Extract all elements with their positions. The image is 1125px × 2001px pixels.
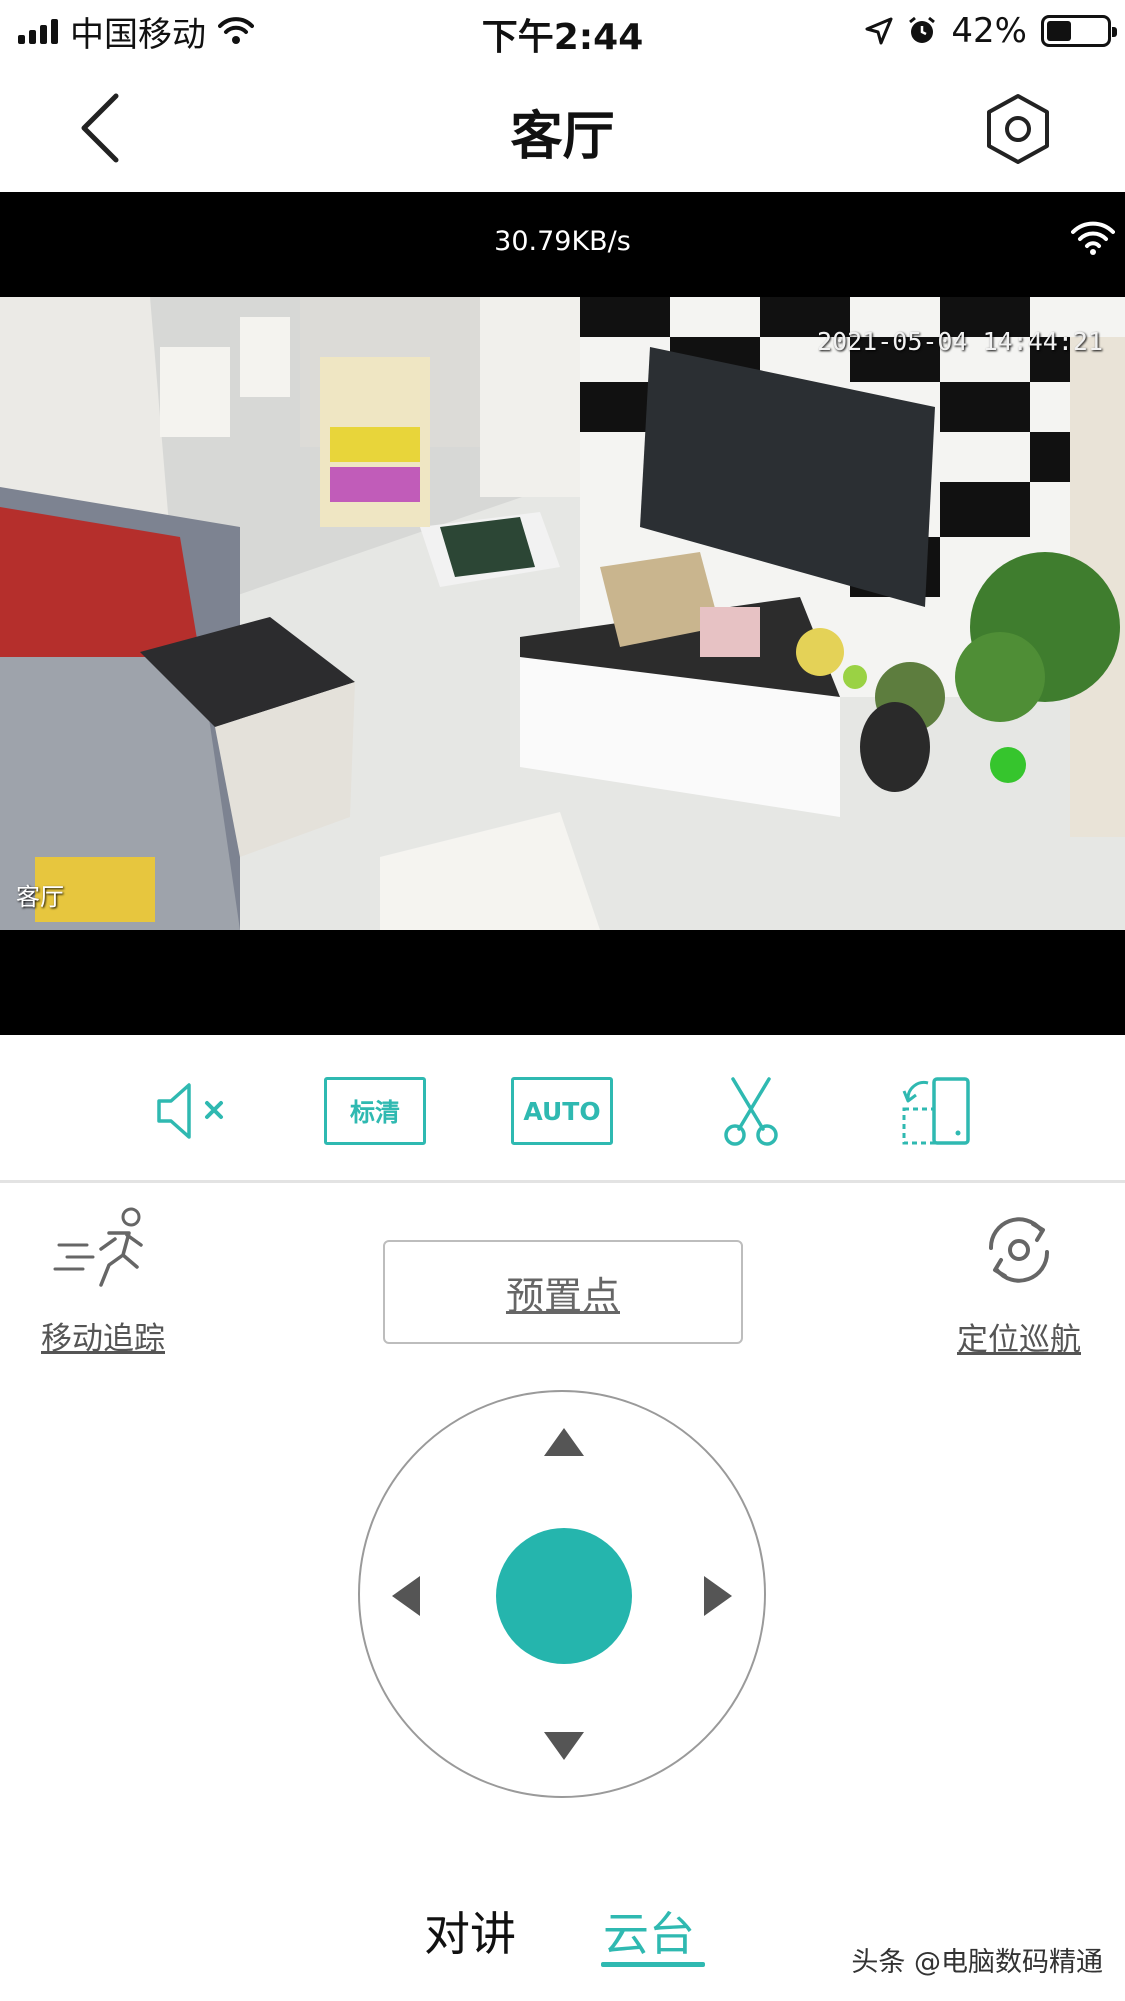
- quality-button[interactable]: 标清: [324, 1075, 426, 1147]
- ptz-center-button[interactable]: [496, 1528, 632, 1664]
- camera-label: 客厅: [16, 883, 64, 911]
- nav-bar: 客厅: [0, 62, 1125, 192]
- snapshot-button[interactable]: [718, 1075, 784, 1147]
- tab-talk[interactable]: 对讲: [424, 1898, 516, 1964]
- rotate-screen-button[interactable]: [898, 1075, 974, 1147]
- cruise-label: 定位巡航: [957, 1322, 1081, 1358]
- alarm-icon: [909, 16, 936, 43]
- status-bar: 中国移动 下午2:44 42%: [0, 0, 1125, 62]
- cruise-icon: [988, 1217, 1050, 1283]
- pan-right-arrow[interactable]: [704, 1576, 732, 1616]
- video-toolbar: 标清 AUTO: [0, 1035, 1125, 1183]
- bitrate-label: 30.79KB/s: [494, 226, 631, 257]
- running-man-icon: [53, 1207, 143, 1287]
- tab-ptz[interactable]: 云台: [603, 1898, 695, 1964]
- pan-up-arrow[interactable]: [544, 1428, 584, 1456]
- preset-button[interactable]: 预置点: [383, 1240, 743, 1344]
- video-timestamp: 2021-05-04 14:44:21: [817, 327, 1103, 356]
- ptz-joystick[interactable]: [358, 1390, 766, 1798]
- auto-mode-button[interactable]: AUTO: [511, 1075, 613, 1147]
- rotate-screen-icon: [902, 1077, 970, 1145]
- scissors-icon: [724, 1077, 778, 1146]
- motion-tracking-button[interactable]: 移动追踪: [28, 1205, 178, 1358]
- speaker-mute-icon: [157, 1083, 223, 1139]
- location-icon: [865, 17, 893, 45]
- pan-left-arrow[interactable]: [392, 1576, 420, 1616]
- status-right: 42%: [865, 8, 1117, 54]
- watermark: 头条 @电脑数码精通: [851, 1947, 1103, 1978]
- motion-tracking-label: 移动追踪: [41, 1321, 165, 1357]
- cruise-button[interactable]: 定位巡航: [944, 1210, 1094, 1359]
- camera-feed[interactable]: 2021-05-04 14:44:21 客厅: [0, 297, 1125, 930]
- auto-mode-label: AUTO: [511, 1077, 613, 1145]
- video-player[interactable]: 30.79KB/s 2021-05-04 14:44:21 客厅: [0, 192, 1125, 1035]
- page-title: 客厅: [510, 107, 615, 167]
- active-tab-indicator: [601, 1962, 705, 1967]
- camera-feed-image: [0, 297, 1125, 930]
- quality-label: 标清: [324, 1077, 426, 1145]
- wifi-icon: [1071, 221, 1115, 255]
- battery-icon: [1041, 15, 1117, 47]
- gear-icon[interactable]: [981, 92, 1055, 166]
- battery-percent: 42%: [951, 11, 1027, 51]
- mute-button[interactable]: [152, 1075, 234, 1147]
- chevron-left-icon[interactable]: [70, 90, 130, 166]
- pan-down-arrow[interactable]: [544, 1732, 584, 1760]
